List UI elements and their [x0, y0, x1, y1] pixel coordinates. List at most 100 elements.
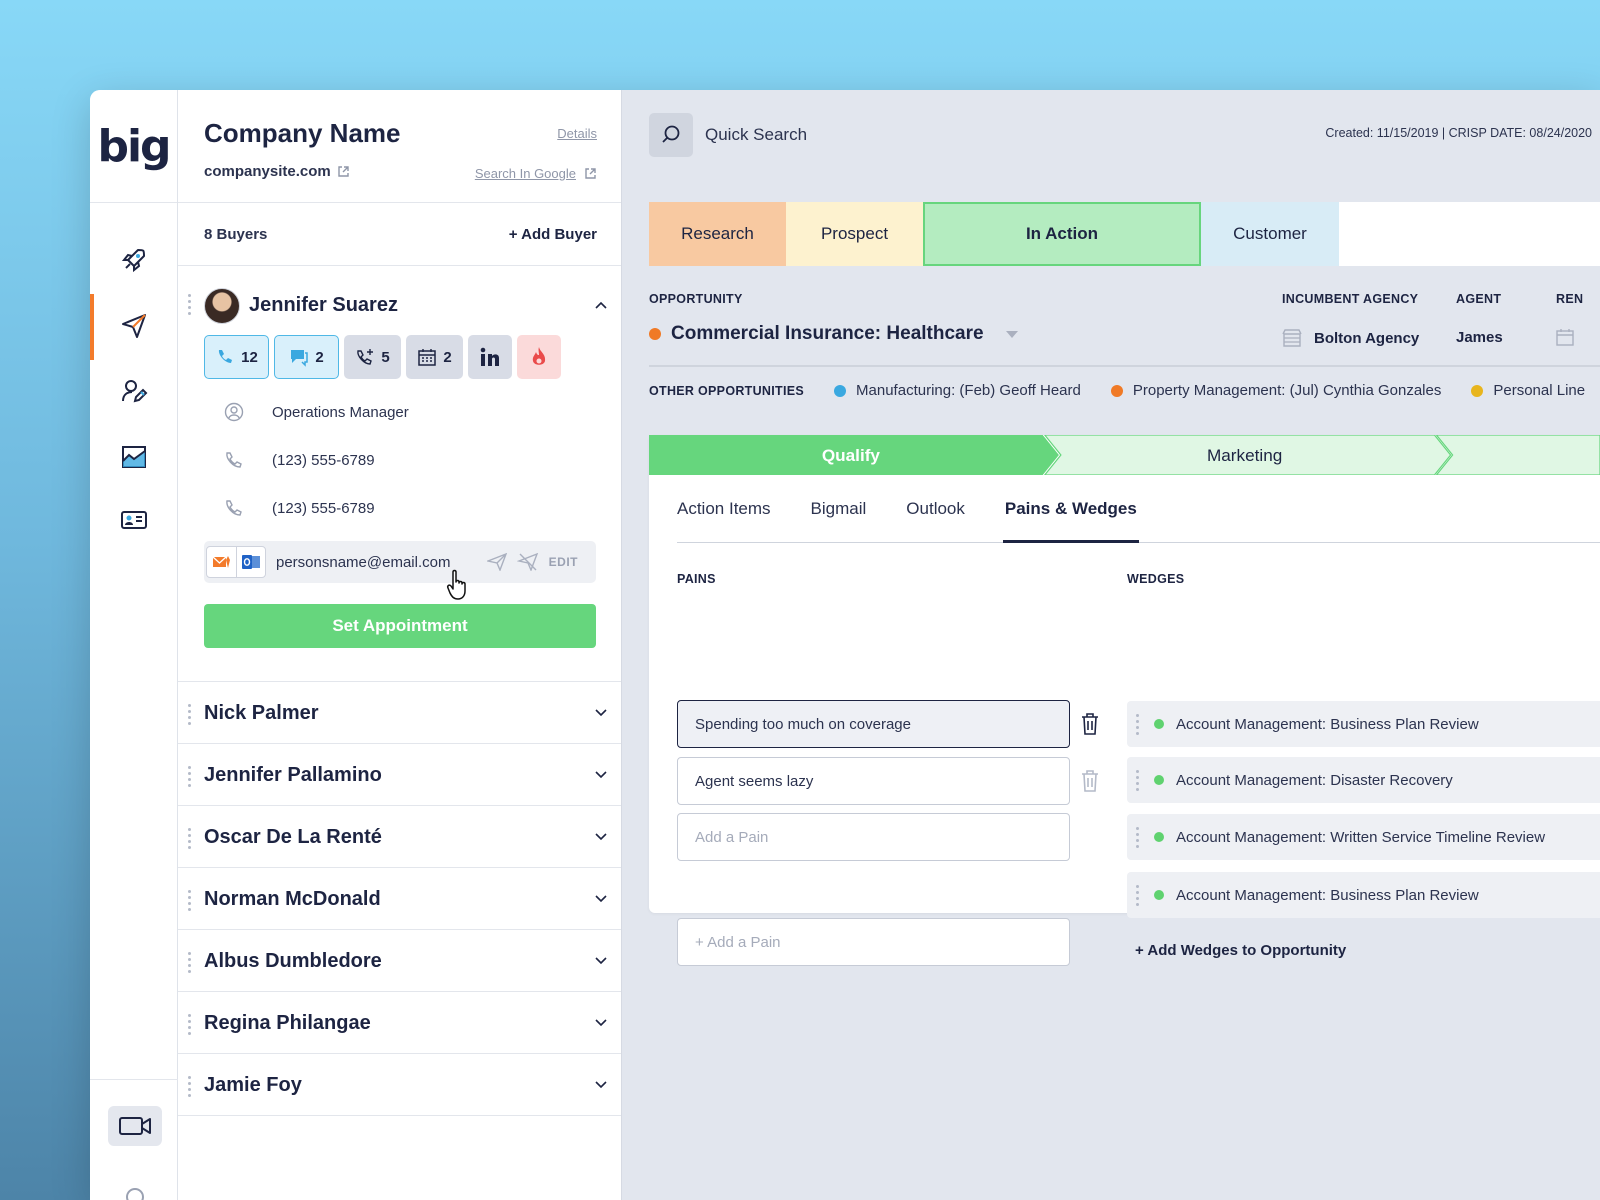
- chevron-down-icon[interactable]: [595, 771, 607, 779]
- buyer-row[interactable]: Norman McDonald: [178, 868, 621, 930]
- video-icon[interactable]: [108, 1106, 162, 1146]
- add-wedges-button[interactable]: + Add Wedges to Opportunity: [1135, 942, 1346, 959]
- set-appointment-button[interactable]: Set Appointment: [204, 604, 596, 648]
- logo[interactable]: big: [90, 90, 177, 203]
- wedge-item[interactable]: Account Management: Written Service Time…: [1127, 814, 1600, 860]
- agent-label: AGENT: [1456, 292, 1502, 306]
- buyer-row[interactable]: Albus Dumbledore: [178, 930, 621, 992]
- drag-handle-icon[interactable]: [188, 828, 192, 849]
- drag-handle-icon[interactable]: [188, 952, 192, 973]
- wedge-item[interactable]: Account Management: Business Plan Review: [1127, 872, 1600, 918]
- drag-handle-icon[interactable]: [188, 1014, 192, 1035]
- drag-handle-icon[interactable]: [188, 1076, 192, 1097]
- calls-badge[interactable]: 12: [204, 335, 269, 379]
- pains-wedges-card: Qualify Marketing Action Items Bigmail O…: [649, 435, 1600, 966]
- chevron-up-icon[interactable]: [595, 301, 607, 309]
- chevron-down-icon[interactable]: [595, 957, 607, 965]
- phone-row-2[interactable]: (123) 555-6789: [224, 498, 375, 518]
- send-icon[interactable]: [90, 294, 178, 360]
- buyer-name: Albus Dumbledore: [204, 950, 382, 972]
- tab-outlook[interactable]: Outlook: [906, 497, 965, 542]
- drag-handle-icon[interactable]: [188, 890, 192, 911]
- tab-pains-wedges[interactable]: Pains & Wedges: [1002, 497, 1139, 543]
- drag-handle-icon[interactable]: [188, 704, 192, 725]
- stage-prospect[interactable]: Prospect: [786, 202, 923, 266]
- buyers-count: 8 Buyers: [204, 225, 268, 243]
- phone-icon: [219, 350, 233, 363]
- buyer-row[interactable]: Regina Philangae: [178, 992, 621, 1054]
- title-row: Operations Manager: [224, 402, 409, 422]
- mail-client-toggle[interactable]: [206, 546, 266, 578]
- chart-icon[interactable]: [90, 435, 178, 479]
- callbacks-count: 5: [381, 348, 390, 366]
- stage-research[interactable]: Research: [649, 202, 786, 266]
- pipeline-step-next[interactable]: [1435, 435, 1600, 475]
- tab-bigmail[interactable]: Bigmail: [811, 497, 867, 542]
- buyer-row[interactable]: Jennifer Pallamino: [178, 744, 621, 806]
- phone-icon: [226, 452, 242, 468]
- stage-customer[interactable]: Customer: [1201, 202, 1339, 266]
- drag-handle-icon[interactable]: [1136, 713, 1140, 735]
- opportunity-name: Commercial Insurance: Healthcare: [671, 323, 984, 344]
- other-opportunity-text: Personal Line: [1493, 382, 1586, 399]
- user-edit-icon[interactable]: [90, 369, 178, 413]
- pain-input[interactable]: Spending too much on coverage: [677, 700, 1070, 748]
- drag-handle-icon[interactable]: [1136, 769, 1140, 791]
- wedge-item[interactable]: Account Management: Business Plan Review: [1127, 701, 1600, 747]
- other-opportunity-item[interactable]: Manufacturing: (Feb) Geoff Heard: [834, 382, 1081, 399]
- drag-handle-icon[interactable]: [1136, 826, 1140, 848]
- details-link[interactable]: Details: [557, 126, 597, 141]
- rocket-icon[interactable]: [90, 238, 178, 282]
- rail-divider: [90, 1079, 178, 1080]
- linkedin-badge[interactable]: [468, 335, 512, 379]
- phone-number: (123) 555-6789: [272, 451, 375, 469]
- add-pain-button[interactable]: + Add a Pain: [677, 918, 1070, 966]
- hot-lead-badge[interactable]: [517, 335, 561, 379]
- quick-search-input[interactable]: Quick Search: [705, 125, 807, 145]
- bigmail-icon[interactable]: [207, 547, 236, 577]
- messages-badge[interactable]: 2: [274, 335, 339, 379]
- drag-handle-icon[interactable]: [188, 766, 192, 787]
- other-opportunity-item[interactable]: Personal Line: [1471, 382, 1585, 399]
- chevron-down-icon[interactable]: [595, 1019, 607, 1027]
- search-button[interactable]: [649, 113, 693, 157]
- add-pain-input[interactable]: Add a Pain: [677, 813, 1070, 861]
- logout-icon[interactable]: [124, 1186, 146, 1200]
- other-opportunity-item[interactable]: Property Management: (Jul) Cynthia Gonza…: [1110, 382, 1441, 399]
- buyer-row[interactable]: Oscar De La Renté: [178, 806, 621, 868]
- buyer-row[interactable]: Nick Palmer: [178, 682, 621, 744]
- search-google-link[interactable]: Search In Google: [475, 166, 597, 181]
- buyer-row[interactable]: Jamie Foy: [178, 1054, 621, 1116]
- collapsed-buyer-list: Nick Palmer Jennifer Pallamino Oscar De La…: [178, 682, 621, 1116]
- drag-handle-icon[interactable]: [1136, 884, 1140, 906]
- calendar-icon[interactable]: [1555, 327, 1575, 347]
- unsend-icon[interactable]: [516, 553, 539, 571]
- chevron-down-icon[interactable]: [595, 709, 607, 717]
- drag-handle-icon[interactable]: [188, 294, 192, 315]
- buyer-name[interactable]: Jennifer Suarez: [249, 294, 398, 317]
- edit-email-button[interactable]: EDIT: [549, 555, 578, 569]
- wedge-item[interactable]: Account Management: Disaster Recovery: [1127, 757, 1600, 803]
- chevron-down-icon[interactable]: [595, 895, 607, 903]
- add-buyer-button[interactable]: + Add Buyer: [509, 226, 597, 243]
- chevron-down-icon[interactable]: [595, 833, 607, 841]
- chevron-down-icon[interactable]: [595, 1081, 607, 1089]
- phone-row-1[interactable]: (123) 555-6789: [224, 450, 375, 470]
- send-icon[interactable]: [486, 553, 507, 571]
- outlook-icon[interactable]: [236, 547, 265, 577]
- email-address[interactable]: personsname@email.com: [276, 554, 450, 571]
- trash-icon[interactable]: [1081, 713, 1099, 735]
- buyer-name: Norman McDonald: [204, 888, 381, 910]
- pain-input[interactable]: Agent seems lazy: [677, 757, 1070, 805]
- pipeline-label-qualify: Qualify: [822, 446, 881, 465]
- stage-in-action[interactable]: In Action: [923, 202, 1201, 266]
- detail-tabs: Action Items Bigmail Outlook Pains & Wed…: [677, 497, 1600, 543]
- contact-card-icon[interactable]: [90, 498, 178, 542]
- trash-icon[interactable]: [1081, 770, 1099, 792]
- company-header: Company Name companysite.com Details Sea…: [178, 90, 621, 203]
- tab-action-items[interactable]: Action Items: [677, 497, 771, 542]
- opportunity-select[interactable]: Commercial Insurance: Healthcare: [649, 323, 1018, 345]
- meetings-badge[interactable]: 2: [406, 335, 463, 379]
- callbacks-badge[interactable]: 5: [344, 335, 401, 379]
- wedges-label: WEDGES: [1127, 572, 1185, 586]
